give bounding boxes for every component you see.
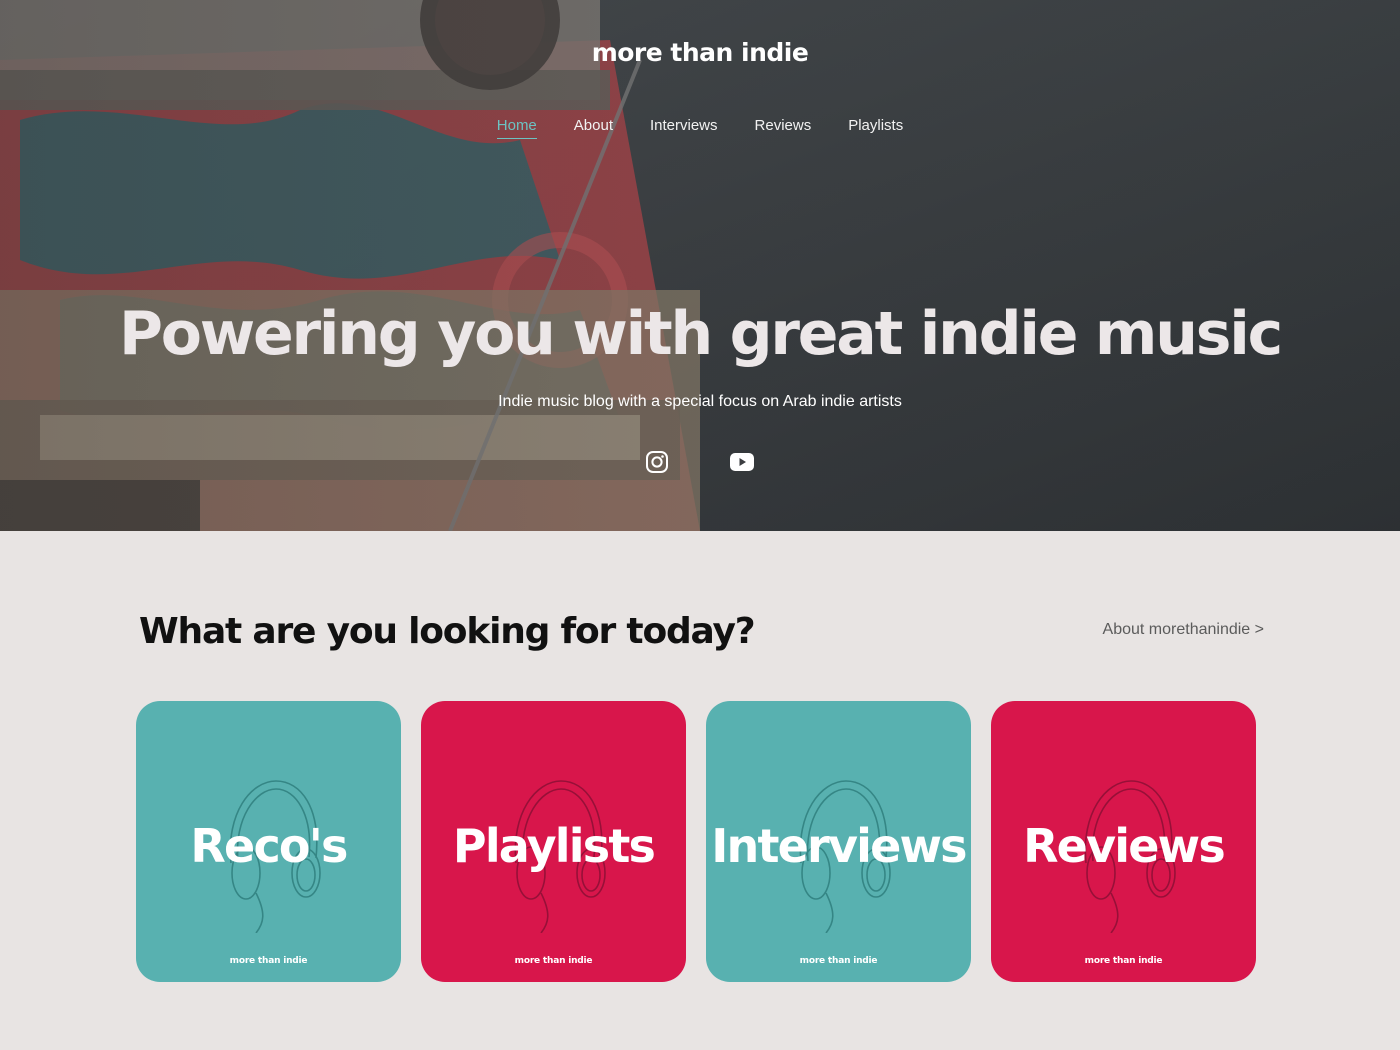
category-cards: Reco's more than indie Playlists more th… bbox=[136, 701, 1256, 982]
card-recos-label: Reco's bbox=[190, 819, 348, 873]
instagram-icon bbox=[646, 451, 668, 473]
card-playlists-label: Playlists bbox=[452, 819, 656, 873]
site-title[interactable]: more than indie bbox=[0, 38, 1400, 67]
card-brand: more than indie bbox=[1084, 956, 1163, 966]
card-recos[interactable]: Reco's more than indie bbox=[136, 701, 401, 982]
section-title: What are you looking for today? bbox=[139, 611, 756, 652]
about-link[interactable]: About morethanindie > bbox=[1103, 621, 1264, 639]
nav-item-interviews[interactable]: Interviews bbox=[650, 115, 718, 139]
nav-item-reviews[interactable]: Reviews bbox=[755, 115, 812, 139]
card-reviews-label: Reviews bbox=[1023, 819, 1226, 873]
card-brand: more than indie bbox=[514, 956, 593, 966]
card-playlists[interactable]: Playlists more than indie bbox=[421, 701, 686, 982]
nav-item-about[interactable]: About bbox=[574, 115, 613, 139]
youtube-link[interactable] bbox=[728, 448, 756, 476]
card-reviews[interactable]: Reviews more than indie bbox=[991, 701, 1256, 982]
hero-subheadline: Indie music blog with a special focus on… bbox=[498, 393, 902, 410]
card-interviews[interactable]: Interviews more than indie bbox=[706, 701, 971, 982]
main-nav: Home About Interviews Reviews Playlists bbox=[0, 115, 1400, 139]
hero-banner: more than indie Home About Interviews Re… bbox=[0, 0, 1400, 531]
social-links bbox=[0, 448, 1400, 476]
instagram-link[interactable] bbox=[643, 448, 671, 476]
nav-item-home[interactable]: Home bbox=[496, 115, 537, 139]
card-interviews-label: Interviews bbox=[711, 819, 967, 873]
youtube-icon bbox=[730, 453, 754, 471]
nav-item-playlists[interactable]: Playlists bbox=[848, 115, 903, 139]
card-brand: more than indie bbox=[799, 956, 878, 966]
hero-headline: Powering you with great indie music bbox=[119, 299, 1283, 369]
card-brand: more than indie bbox=[229, 956, 308, 966]
